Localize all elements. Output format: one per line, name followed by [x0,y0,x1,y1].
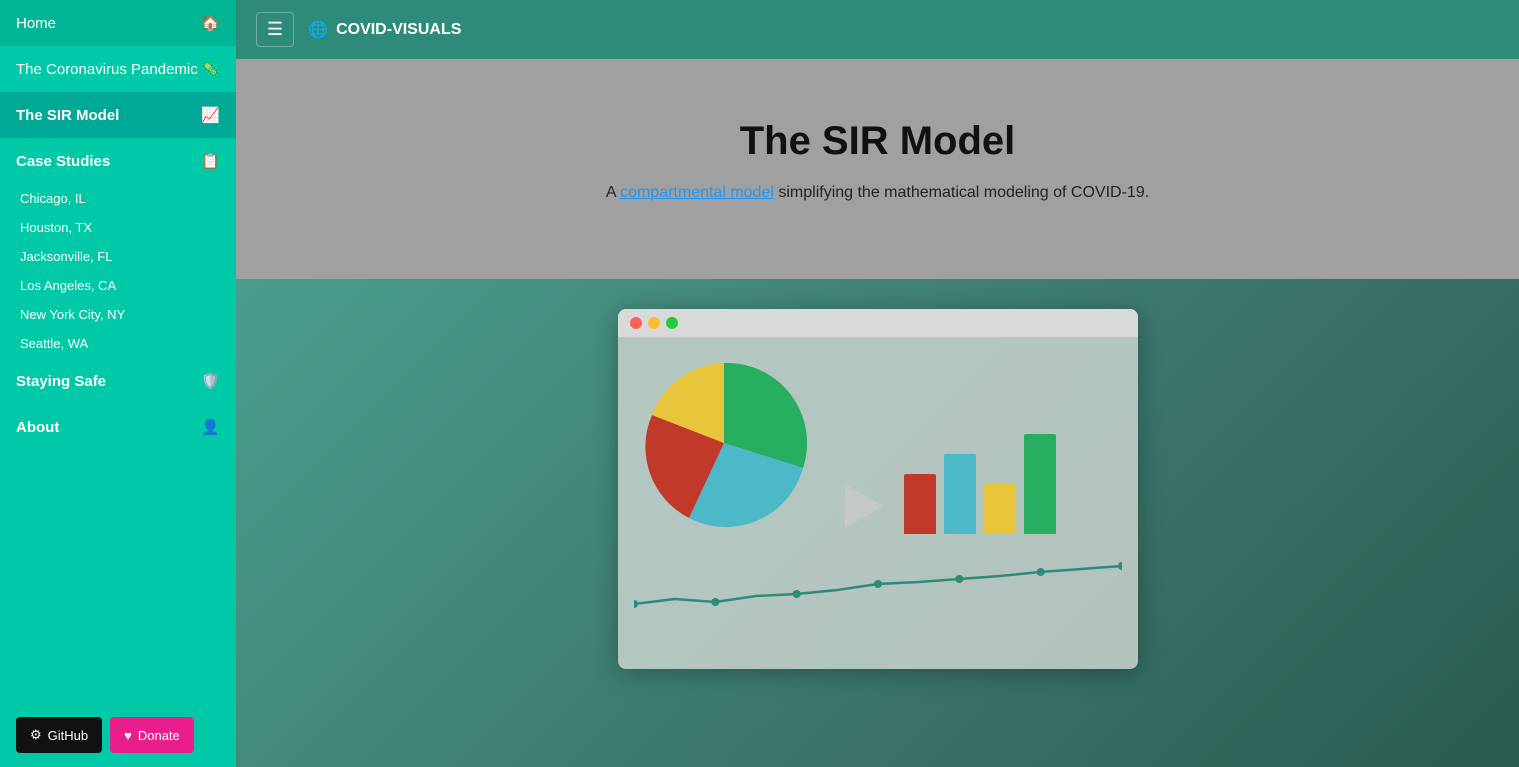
brand: 🌐 COVID-VISUALS [308,20,461,40]
hamburger-icon: ☰ [267,19,283,39]
compartmental-model-link[interactable]: compartmental model [620,184,774,201]
main-content: ☰ 🌐 COVID-VISUALS The SIR Model A compar… [236,0,1519,767]
about-icon: 👤 [201,418,220,436]
about-label: About [16,419,59,436]
bar-3 [984,484,1016,534]
sidebar-item-coronavirus[interactable]: The Coronavirus Pandemic 🦠 [0,46,236,92]
chart-line-icon: 📈 [201,106,220,124]
page-title: The SIR Model [276,119,1479,164]
sidebar-sub-houston[interactable]: Houston, TX [0,213,236,242]
bar-2 [944,454,976,534]
sidebar-sub-jacksonville[interactable]: Jacksonville, FL [0,242,236,271]
window-dot-green [666,317,678,329]
staying-safe-icon: 🛡️ [201,372,220,390]
sidebar-sub-newyork[interactable]: New York City, NY [0,300,236,329]
sidebar-sub-chicago[interactable]: Chicago, IL [0,184,236,213]
case-studies-label: Case Studies [16,153,110,170]
play-button[interactable] [845,484,883,528]
charts-row [634,353,1122,538]
hero-subtitle: A compartmental model simplifying the ma… [276,184,1479,202]
coronavirus-label: The Coronavirus Pandemic [16,61,198,78]
github-icon: ⚙ [30,727,42,743]
donate-button[interactable]: ♥ Donate [110,717,194,753]
window-title-bar [618,309,1138,337]
sidebar: Home 🏠 The Coronavirus Pandemic 🦠 The SI… [0,0,236,767]
sir-model-label: The SIR Model [16,107,119,124]
home-icon: 🏠 [201,14,220,32]
bar-1 [904,474,936,534]
top-navbar: ☰ 🌐 COVID-VISUALS [236,0,1519,59]
line-chart [634,554,1122,624]
hamburger-button[interactable]: ☰ [256,12,294,47]
github-label: GitHub [48,728,88,743]
chart-window [618,309,1138,669]
brand-icon: 🌐 [308,20,328,40]
sidebar-item-case-studies[interactable]: Case Studies 📋 [0,138,236,184]
heart-icon: ♥ [124,728,132,743]
hero-section: The SIR Model A compartmental model simp… [236,59,1519,279]
sidebar-item-sir-model[interactable]: The SIR Model 📈 [0,92,236,138]
sidebar-item-staying-safe[interactable]: Staying Safe 🛡️ [0,358,236,404]
bar-chart [904,434,1122,538]
github-button[interactable]: ⚙ GitHub [16,717,102,753]
brand-name: COVID-VISUALS [336,21,461,39]
sidebar-sub-seattle[interactable]: Seattle, WA [0,329,236,358]
sidebar-item-home[interactable]: Home 🏠 [0,0,236,46]
home-label: Home [16,15,56,32]
sidebar-action-buttons: ⚙ GitHub ♥ Donate [0,703,236,767]
staying-safe-label: Staying Safe [16,373,106,390]
coronavirus-icon: 🦠 [201,60,220,78]
chart-content [618,337,1138,640]
window-dot-red [630,317,642,329]
sidebar-item-about[interactable]: About 👤 [0,404,236,450]
window-dot-yellow [648,317,660,329]
donate-label: Donate [138,728,180,743]
pie-chart [634,353,814,538]
content-section [236,279,1519,767]
case-studies-icon: 📋 [201,152,220,170]
bar-4 [1024,434,1056,534]
sidebar-sub-losangeles[interactable]: Los Angeles, CA [0,271,236,300]
